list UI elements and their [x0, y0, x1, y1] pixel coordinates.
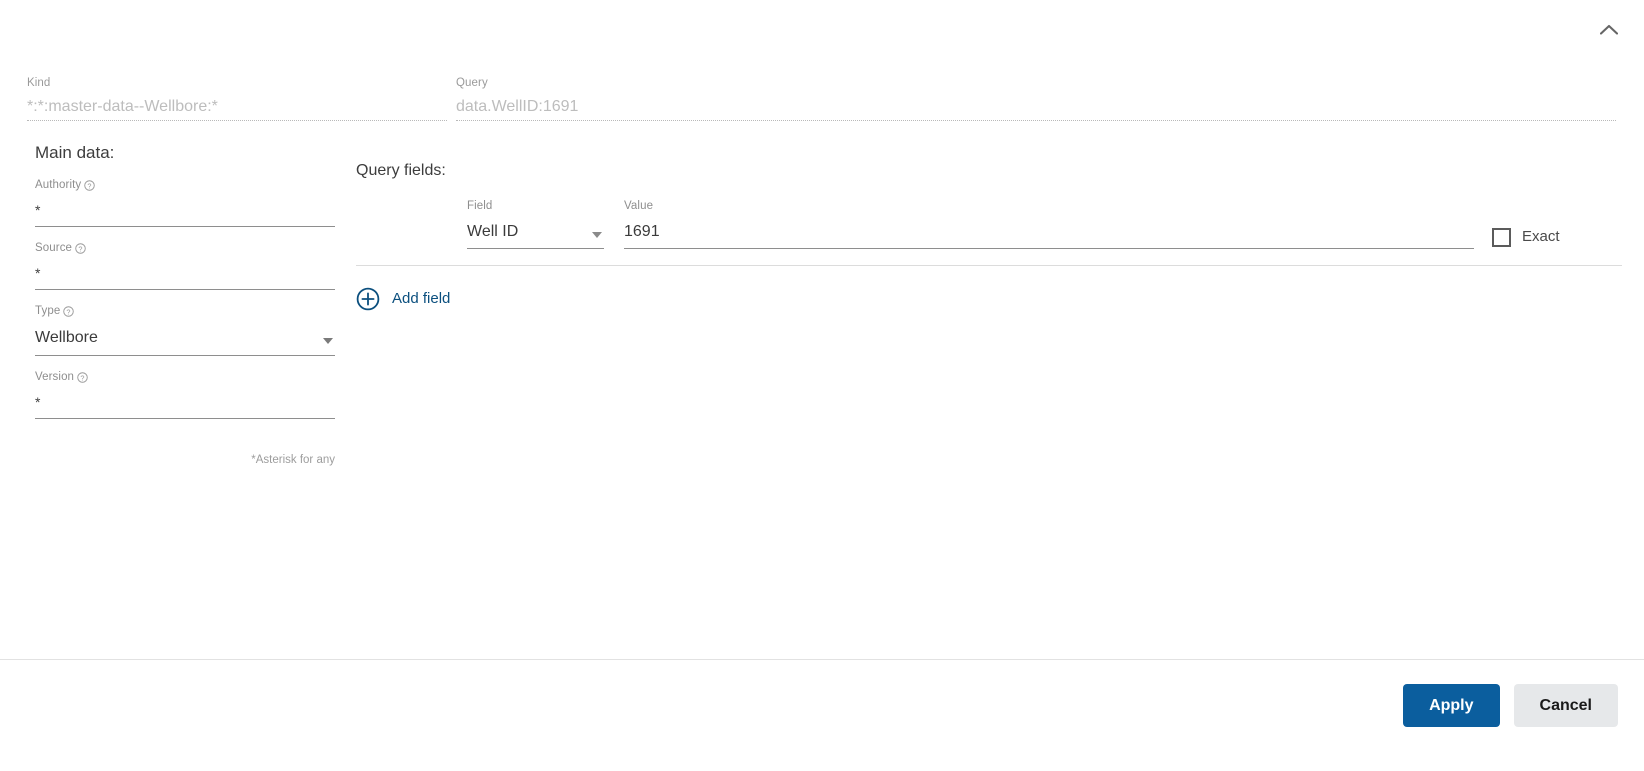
field-select-value: Well ID: [467, 223, 519, 240]
type-label: Type ?: [35, 304, 335, 318]
authority-label: Authority ?: [35, 178, 335, 192]
footer-bar: Apply Cancel: [0, 659, 1644, 771]
svg-text:?: ?: [67, 307, 71, 316]
add-field-button[interactable]: Add field: [356, 287, 450, 311]
svg-text:?: ?: [80, 373, 84, 382]
help-circle-icon[interactable]: ?: [75, 242, 86, 254]
chevron-down-icon[interactable]: [323, 338, 333, 344]
exact-toggle[interactable]: Exact: [1492, 227, 1622, 249]
exact-label: Exact: [1522, 228, 1560, 245]
value-input[interactable]: 1691: [624, 221, 1474, 249]
chevron-up-icon[interactable]: [1596, 16, 1622, 42]
value-column-label: Value: [624, 200, 654, 212]
asterisk-note: *Asterisk for any: [251, 454, 335, 466]
field-select-cell: Field Well ID: [467, 199, 604, 249]
svg-text:?: ?: [78, 244, 82, 253]
svg-text:?: ?: [88, 181, 92, 190]
plus-circle-icon: [356, 287, 380, 311]
version-field[interactable]: Version ? *: [35, 370, 335, 419]
authority-value[interactable]: *: [35, 201, 335, 220]
query-label: Query: [456, 77, 488, 89]
version-label: Version ?: [35, 370, 335, 384]
footer-actions: Apply Cancel: [1403, 684, 1618, 727]
query-field-row: Field Well ID Value 1691 Exact: [356, 199, 1622, 266]
help-circle-icon[interactable]: ?: [63, 305, 75, 317]
query-fields-title: Query fields:: [356, 162, 446, 179]
type-label-text: Type: [35, 305, 61, 317]
source-value[interactable]: *: [35, 264, 335, 283]
kind-label: Kind: [27, 77, 51, 89]
type-field[interactable]: Type ? Wellbore: [35, 304, 335, 356]
query-fields-panel: Query fields: Field Well ID Value 1691 E…: [356, 160, 1622, 316]
main-content: Main data: Authority ? * Source ? * Type…: [0, 142, 1644, 659]
main-data-title: Main data:: [35, 143, 115, 162]
version-label-text: Version: [35, 371, 75, 383]
field-column-label: Field: [467, 200, 493, 212]
field-select[interactable]: Well ID: [467, 221, 604, 249]
query-readonly-field: Query data.WellID:1691: [456, 76, 1616, 121]
help-circle-icon[interactable]: ?: [77, 371, 88, 383]
source-label-text: Source: [35, 242, 73, 254]
kind-value: *:*:master-data--Wellbore:*: [27, 98, 218, 115]
chevron-down-icon[interactable]: [592, 232, 602, 238]
type-value[interactable]: Wellbore: [35, 327, 335, 349]
readonly-summary-row: Kind *:*:master-data--Wellbore:* Query d…: [0, 76, 1644, 130]
apply-button[interactable]: Apply: [1403, 684, 1500, 727]
help-circle-icon[interactable]: ?: [84, 179, 96, 191]
source-field[interactable]: Source ? *: [35, 241, 335, 290]
top-bar: [0, 0, 1644, 56]
cancel-button[interactable]: Cancel: [1513, 684, 1618, 727]
query-value: data.WellID:1691: [456, 98, 579, 115]
value-input-cell: Value 1691: [624, 199, 1474, 249]
main-data-panel: Main data: Authority ? * Source ? * Type…: [35, 142, 335, 467]
add-field-label: Add field: [392, 290, 451, 307]
version-value[interactable]: *: [35, 393, 335, 412]
kind-readonly-field: Kind *:*:master-data--Wellbore:*: [27, 76, 447, 121]
authority-field[interactable]: Authority ? *: [35, 178, 335, 227]
authority-label-text: Authority: [35, 179, 82, 191]
source-label: Source ?: [35, 241, 335, 255]
exact-checkbox[interactable]: [1492, 227, 1511, 247]
